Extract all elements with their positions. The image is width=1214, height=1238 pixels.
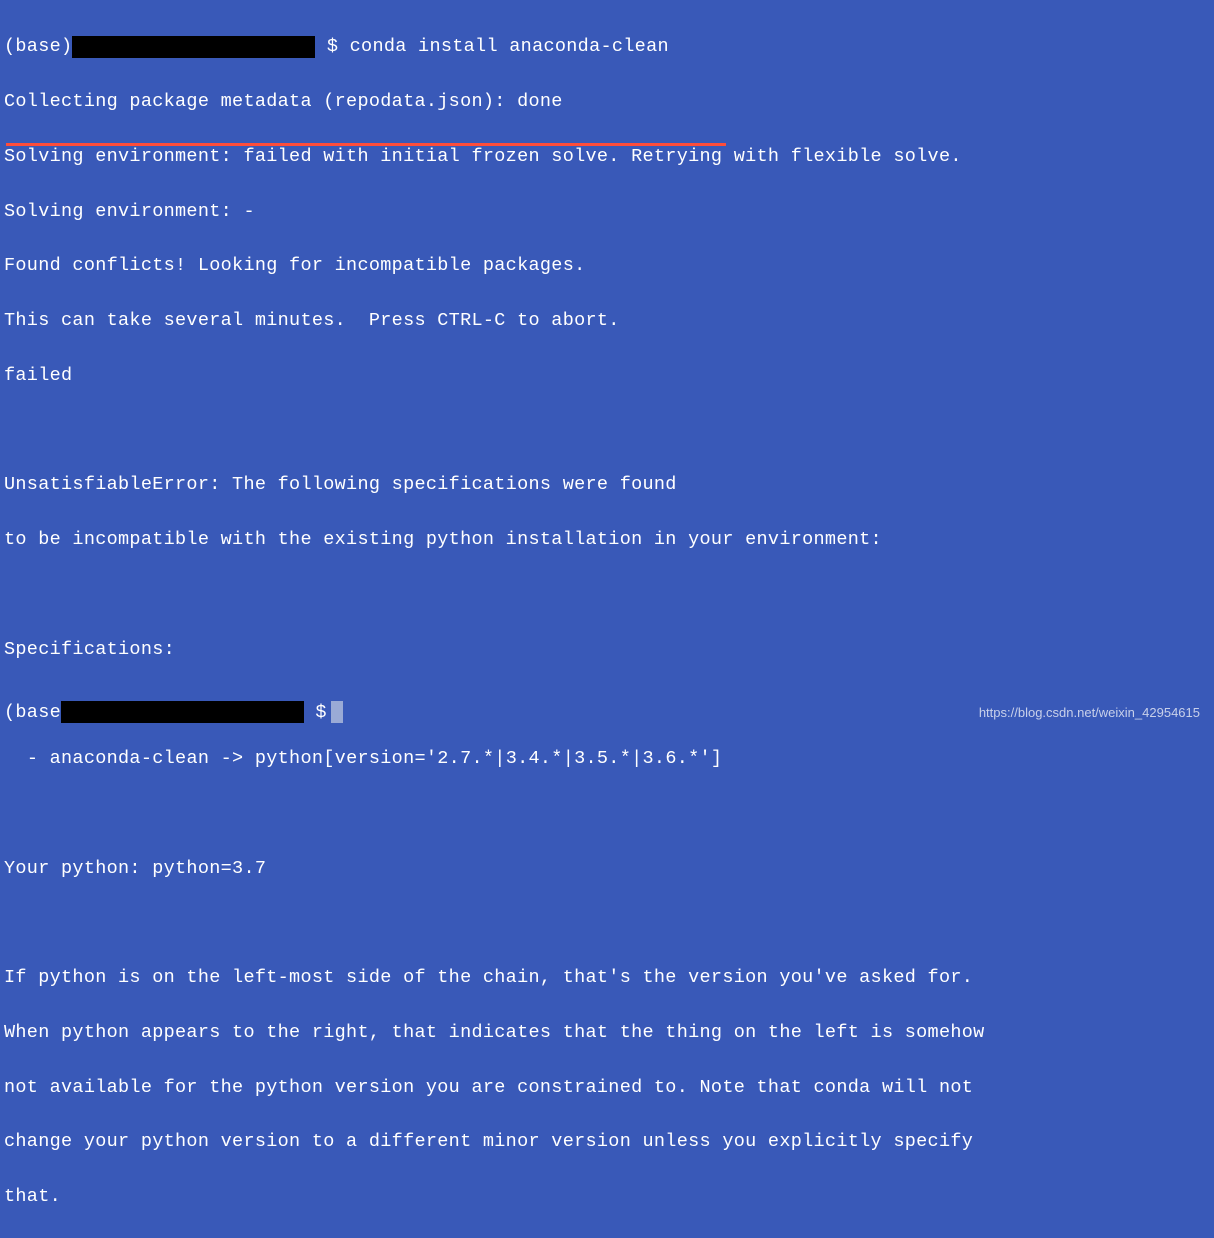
output-line-blank bbox=[4, 800, 1210, 827]
prompt-symbol: $ bbox=[315, 699, 326, 726]
redacted-username-host bbox=[72, 36, 315, 58]
output-line-conflicts: Found conflicts! Looking for incompatibl… bbox=[4, 252, 1210, 279]
highlight-underline bbox=[6, 143, 726, 146]
command-text: conda install anaconda-clean bbox=[350, 33, 669, 60]
env-indicator: (base bbox=[4, 699, 61, 726]
output-line: - anaconda-clean -> python[version='2.7.… bbox=[4, 745, 1210, 772]
output-line-blank bbox=[4, 581, 1210, 608]
output-line: not available for the python version you… bbox=[4, 1074, 1210, 1101]
output-line: that. bbox=[4, 1183, 1210, 1210]
output-line: Your python: python=3.7 bbox=[4, 855, 1210, 882]
output-line-blank bbox=[4, 417, 1210, 444]
output-line: When python appears to the right, that i… bbox=[4, 1019, 1210, 1046]
output-line: failed bbox=[4, 362, 1210, 389]
terminal-cursor bbox=[331, 701, 343, 723]
output-line: Collecting package metadata (repodata.js… bbox=[4, 88, 1210, 115]
output-line: UnsatisfiableError: The following specif… bbox=[4, 471, 1210, 498]
output-line: This can take several minutes. Press CTR… bbox=[4, 307, 1210, 334]
output-line: change your python version to a differen… bbox=[4, 1128, 1210, 1155]
output-line: Solving environment: failed with initial… bbox=[4, 143, 1210, 170]
output-line: Solving environment: - bbox=[4, 198, 1210, 225]
output-line: If python is on the left-most side of th… bbox=[4, 964, 1210, 991]
terminal-output[interactable]: (base) $ conda install anaconda-clean Co… bbox=[4, 6, 1210, 1238]
watermark-text: https://blog.csdn.net/weixin_42954615 bbox=[979, 703, 1200, 722]
output-line: to be incompatible with the existing pyt… bbox=[4, 526, 1210, 553]
redacted-username-host bbox=[61, 701, 304, 723]
prompt-line-2[interactable]: (base $ bbox=[4, 699, 343, 726]
prompt-symbol: $ bbox=[327, 33, 338, 60]
output-line-blank bbox=[4, 909, 1210, 936]
prompt-line-1: (base) $ conda install anaconda-clean bbox=[4, 33, 1210, 60]
output-line: Specifications: bbox=[4, 636, 1210, 663]
env-indicator: (base) bbox=[4, 33, 72, 60]
